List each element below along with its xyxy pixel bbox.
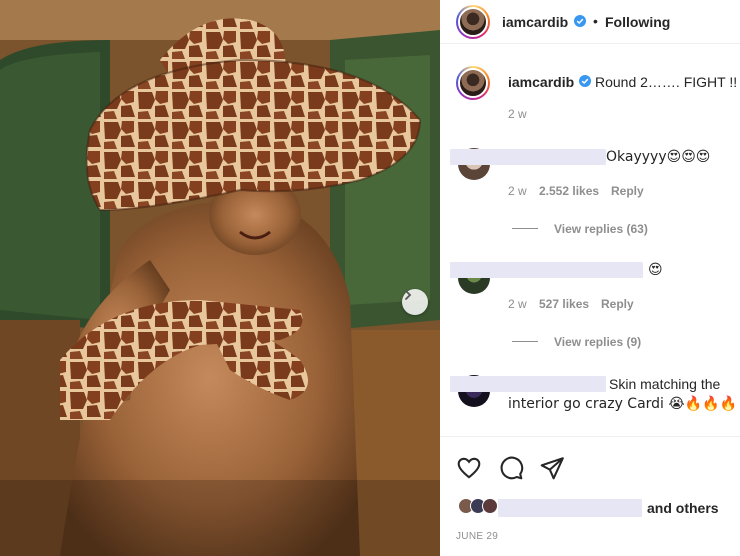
heart-icon[interactable] [456, 455, 482, 481]
comment-age: 2 w [508, 184, 527, 198]
reply-button[interactable]: Reply [601, 297, 634, 311]
author-username[interactable]: iamcardib [502, 14, 568, 30]
author-avatar[interactable] [456, 5, 490, 39]
view-replies-link[interactable]: View replies (63) [554, 222, 648, 236]
view-replies-divider [512, 228, 538, 229]
comment-likes[interactable]: 527 likes [539, 297, 589, 311]
comment-text: 😍 [648, 262, 663, 278]
comment-text-line1: Skin matching the [609, 376, 721, 392]
redacted-username [450, 376, 606, 392]
likes-others-link[interactable]: and others [647, 500, 719, 516]
share-icon[interactable] [539, 455, 565, 481]
caption-age: 2 w [508, 107, 527, 121]
caption-text: Round 2……. FIGHT !! [595, 74, 738, 90]
post-side-panel: iamcardib • Following iamcardib Round 2…… [440, 0, 740, 556]
verified-badge-icon [574, 15, 586, 27]
comment-text: Okayyyy😍😍😍 [606, 149, 711, 165]
view-replies-divider [512, 341, 538, 342]
caption-username[interactable]: iamcardib [508, 74, 574, 90]
verified-badge-icon [579, 75, 591, 87]
post-actions-bar: and others JUNE 29 [440, 436, 740, 556]
caption-author-avatar[interactable] [456, 66, 490, 100]
comment-likes[interactable]: 2.552 likes [539, 184, 599, 198]
comment-age: 2 w [508, 297, 527, 311]
redacted-liker-name [498, 499, 642, 517]
post-date: JUNE 29 [456, 531, 499, 542]
comment-icon[interactable] [498, 455, 524, 481]
post-header: iamcardib • Following [440, 0, 740, 44]
reply-button[interactable]: Reply [611, 184, 644, 198]
next-media-button[interactable] [402, 289, 428, 315]
redacted-username [450, 262, 643, 278]
redacted-username [450, 149, 606, 165]
chevron-right-icon [405, 290, 412, 300]
comment-text-line2: interior go crazy Cardi 😭🔥🔥🔥 [508, 396, 738, 412]
post-photo [0, 0, 440, 556]
following-button[interactable]: Following [605, 14, 670, 30]
post-media [0, 0, 440, 556]
view-replies-link[interactable]: View replies (9) [554, 335, 641, 349]
header-separator: • [593, 13, 598, 29]
liker-avatar[interactable] [482, 498, 498, 514]
